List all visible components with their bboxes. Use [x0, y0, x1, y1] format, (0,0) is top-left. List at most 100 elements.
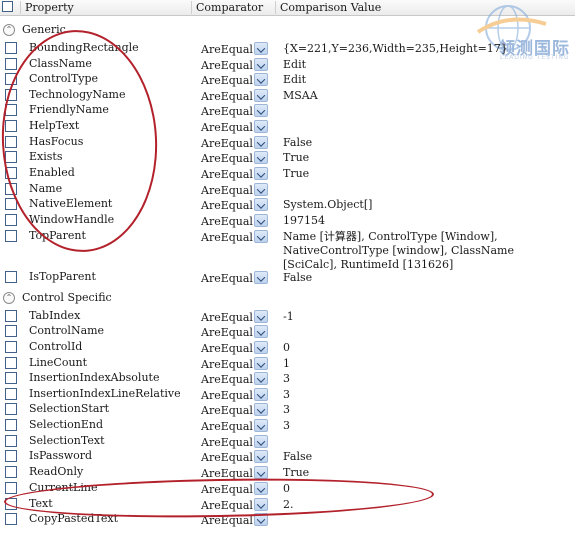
property-row[interactable]: TechnologyName AreEqual MSAA — [0, 88, 575, 104]
comparison-value[interactable]: Edit — [283, 57, 306, 72]
property-row[interactable]: InsertionIndexAbsolute AreEqual 3 — [0, 371, 575, 387]
chevron-down-icon[interactable] — [254, 214, 268, 227]
comparator-select[interactable]: AreEqual — [201, 436, 253, 449]
row-checkbox[interactable] — [5, 325, 17, 337]
comparator-select[interactable]: AreEqual — [201, 184, 253, 197]
select-all-checkbox[interactable] — [2, 1, 13, 12]
comparison-value[interactable]: False — [283, 270, 312, 285]
collapse-icon[interactable]: ⌃ — [3, 292, 15, 304]
chevron-down-icon[interactable] — [254, 403, 268, 416]
property-row[interactable]: FriendlyName AreEqual — [0, 103, 575, 119]
row-checkbox[interactable] — [5, 183, 17, 195]
comparison-value[interactable]: 1 — [283, 356, 290, 371]
chevron-down-icon[interactable] — [254, 271, 268, 284]
chevron-down-icon[interactable] — [254, 466, 268, 479]
comparison-value[interactable]: 0 — [283, 340, 290, 355]
comparator-select[interactable]: AreEqual — [201, 152, 253, 165]
row-checkbox[interactable] — [5, 271, 17, 283]
property-row[interactable]: BoundingRectangle AreEqual {X=221,Y=236,… — [0, 41, 575, 57]
comparator-select[interactable]: AreEqual — [201, 74, 253, 87]
property-row[interactable]: Enabled AreEqual True — [0, 166, 575, 182]
comparison-value[interactable]: 3 — [283, 418, 290, 433]
row-checkbox[interactable] — [5, 136, 17, 148]
row-checkbox[interactable] — [5, 341, 17, 353]
comparator-select[interactable]: AreEqual — [201, 59, 253, 72]
property-row[interactable]: WindowHandle AreEqual 197154 — [0, 213, 575, 229]
comparator-select[interactable]: AreEqual — [201, 168, 253, 181]
comparator-select[interactable]: AreEqual — [201, 451, 253, 464]
row-checkbox[interactable] — [5, 357, 17, 369]
chevron-down-icon[interactable] — [254, 104, 268, 117]
row-checkbox[interactable] — [5, 104, 17, 116]
collapse-icon[interactable]: ⌃ — [3, 24, 15, 36]
header-comparison-value[interactable]: Comparison Value — [275, 1, 381, 14]
comparison-value[interactable]: False — [283, 135, 312, 150]
comparator-select[interactable]: AreEqual — [201, 373, 253, 386]
comparator-select[interactable]: AreEqual — [201, 43, 253, 56]
chevron-down-icon[interactable] — [254, 230, 268, 243]
chevron-down-icon[interactable] — [254, 151, 268, 164]
comparator-select[interactable]: AreEqual — [201, 105, 253, 118]
row-checkbox[interactable] — [5, 214, 17, 226]
comparison-value-line2[interactable]: NativeControlType [window], ClassName — [283, 243, 514, 258]
row-checkbox[interactable] — [5, 498, 17, 510]
chevron-down-icon[interactable] — [254, 136, 268, 149]
row-checkbox[interactable] — [5, 89, 17, 101]
comparator-select[interactable]: AreEqual — [201, 137, 253, 150]
comparator-select[interactable]: AreEqual — [201, 514, 253, 527]
property-row[interactable]: IsTopParent AreEqual False — [0, 270, 575, 286]
chevron-down-icon[interactable] — [254, 435, 268, 448]
property-row[interactable]: LineCount AreEqual 1 — [0, 356, 575, 372]
comparator-select[interactable]: AreEqual — [201, 311, 253, 324]
property-row[interactable]: HasFocus AreEqual False — [0, 135, 575, 151]
property-row[interactable]: CurrentLine AreEqual 0 — [0, 481, 575, 497]
property-row[interactable]: ControlId AreEqual 0 — [0, 340, 575, 356]
property-row[interactable]: ClassName AreEqual Edit — [0, 57, 575, 73]
property-row[interactable]: NativeElement AreEqual System.Object[] — [0, 197, 575, 213]
chevron-down-icon[interactable] — [254, 198, 268, 211]
row-checkbox[interactable] — [5, 167, 17, 179]
chevron-down-icon[interactable] — [254, 450, 268, 463]
property-row[interactable]: IsPassword AreEqual False — [0, 449, 575, 465]
row-checkbox[interactable] — [5, 73, 17, 85]
row-checkbox[interactable] — [5, 198, 17, 210]
row-checkbox[interactable] — [5, 120, 17, 132]
row-checkbox[interactable] — [5, 388, 17, 400]
property-row[interactable]: CopyPastedText AreEqual — [0, 512, 575, 528]
chevron-down-icon[interactable] — [254, 183, 268, 196]
chevron-down-icon[interactable] — [254, 120, 268, 133]
comparator-select[interactable]: AreEqual — [201, 231, 253, 244]
comparator-select[interactable]: AreEqual — [201, 326, 253, 339]
property-row[interactable]: TabIndex AreEqual -1 — [0, 309, 575, 325]
row-checkbox[interactable] — [5, 419, 17, 431]
property-row[interactable]: InsertionIndexLineRelative AreEqual 3 — [0, 387, 575, 403]
comparison-value[interactable]: True — [283, 166, 309, 181]
chevron-down-icon[interactable] — [254, 58, 268, 71]
comparator-select[interactable]: AreEqual — [201, 467, 253, 480]
chevron-down-icon[interactable] — [254, 341, 268, 354]
property-row[interactable]: HelpText AreEqual — [0, 119, 575, 135]
row-checkbox[interactable] — [5, 450, 17, 462]
chevron-down-icon[interactable] — [254, 73, 268, 86]
chevron-down-icon[interactable] — [254, 89, 268, 102]
header-comparator[interactable]: Comparator — [191, 1, 263, 14]
comparison-value[interactable]: 3 — [283, 371, 290, 386]
property-row[interactable]: ControlName AreEqual — [0, 324, 575, 340]
comparison-value[interactable]: 3 — [283, 402, 290, 417]
group-control-specific[interactable]: ⌃ Control Specific — [0, 290, 575, 306]
comparator-select[interactable]: AreEqual — [201, 404, 253, 417]
property-row[interactable]: Name AreEqual — [0, 182, 575, 198]
property-row[interactable]: TopParent AreEqual Name [计算器], ControlTy… — [0, 229, 575, 271]
comparator-select[interactable]: AreEqual — [201, 121, 253, 134]
comparison-value[interactable]: Edit — [283, 72, 306, 87]
chevron-down-icon[interactable] — [254, 357, 268, 370]
row-checkbox[interactable] — [5, 403, 17, 415]
property-row[interactable]: ControlType AreEqual Edit — [0, 72, 575, 88]
comparison-value[interactable]: Name [计算器], ControlType [Window], — [283, 229, 498, 244]
chevron-down-icon[interactable] — [254, 167, 268, 180]
chevron-down-icon[interactable] — [254, 372, 268, 385]
property-row[interactable]: SelectionEnd AreEqual 3 — [0, 418, 575, 434]
comparison-value[interactable]: 197154 — [283, 213, 325, 228]
row-checkbox[interactable] — [5, 230, 17, 242]
row-checkbox[interactable] — [5, 513, 17, 525]
